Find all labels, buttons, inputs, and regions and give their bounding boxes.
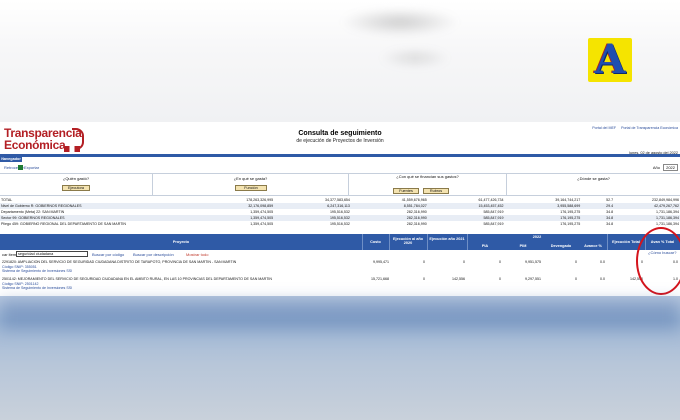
tab-navegador[interactable]: Navegador bbox=[0, 156, 22, 162]
year-label: Año bbox=[652, 165, 660, 170]
question-panel: ¿Quién gastó? Ejecutora ¿En qué se gasta… bbox=[0, 173, 680, 196]
question-what-text: ¿En qué se gasta? bbox=[233, 176, 268, 181]
blurred-top-text-2 bbox=[380, 48, 450, 68]
summary-avance: 34.8 bbox=[606, 222, 614, 226]
ssi-link[interactable]: Sistema de Seguimiento de Inversiones SS… bbox=[2, 269, 72, 273]
project-pim: 9,951,575 bbox=[525, 260, 541, 264]
question-finance: ¿Con qué se financian sus gastos? Fuente… bbox=[349, 174, 507, 196]
project-avance: 0.0 bbox=[600, 277, 605, 281]
ssi-link[interactable]: Sistema de Seguimiento de Inversiones SS… bbox=[2, 286, 72, 290]
col-pim: PIM bbox=[519, 244, 527, 248]
search-input[interactable]: seguridad ciudadana bbox=[16, 251, 88, 257]
project-pia: 0 bbox=[499, 260, 501, 264]
channel-logo: A bbox=[588, 38, 632, 82]
project-pim: 9,297,551 bbox=[525, 277, 541, 281]
project-costo: 15,721,668 bbox=[371, 277, 389, 281]
project-devengado: 0 bbox=[575, 260, 577, 264]
col-costo: Costo bbox=[370, 240, 381, 244]
project-title: 2291820: AMPLIACION DEL SERVICIO DE SEGU… bbox=[2, 260, 237, 264]
question-where: ¿Dónde se gasta? bbox=[507, 174, 680, 196]
summary-compromiso: 585,847,919 bbox=[483, 222, 504, 226]
col-ejec-ant: Ejecución al año 2020 bbox=[393, 237, 423, 245]
col-ejec-2021: Ejecución año 2021 bbox=[429, 237, 465, 241]
page-subtitle: de ejecución de Proyectos de Inversión bbox=[296, 138, 384, 144]
project-costo: 9,995,471 bbox=[373, 260, 389, 264]
summary-row: Pliego 459: GOBIERNO REGIONAL DEL DEPART… bbox=[0, 221, 680, 227]
col-avance: Avance % bbox=[584, 244, 602, 248]
project-title: 2501142: MEJORAMIENTO DEL SERVICIO DE SE… bbox=[2, 277, 272, 281]
col-year: 2022 bbox=[532, 235, 542, 239]
col-proyecto: Proyecto bbox=[172, 240, 190, 244]
search-label: car item bbox=[2, 252, 17, 257]
export-link[interactable]: Exportar bbox=[24, 165, 39, 170]
question-what: ¿En qué se gasta? Función bbox=[153, 174, 349, 196]
summary-devengado: 176,195,275 bbox=[560, 222, 581, 226]
show-all-link[interactable]: Mostrar todo bbox=[186, 252, 208, 257]
question-who: ¿Quién gastó? Ejecutora bbox=[0, 174, 153, 196]
project-avance: 0.0 bbox=[600, 260, 605, 264]
project-ejec-total: 142,556 bbox=[630, 277, 643, 281]
blurred-top-text bbox=[340, 8, 460, 36]
question-finance-text: ¿Con qué se financian sus gastos? bbox=[396, 174, 459, 179]
page-title: Consulta de seguimiento bbox=[298, 130, 382, 137]
project-ejec-2021: 142,556 bbox=[452, 277, 465, 281]
year-selector: Año 2022 bbox=[653, 164, 678, 171]
fuentes-button[interactable]: Fuentes bbox=[393, 188, 419, 194]
excel-icon[interactable] bbox=[18, 165, 23, 170]
project-pia: 0 bbox=[499, 277, 501, 281]
summary-total: 1,731,186,394 bbox=[656, 222, 679, 226]
search-by-code-link[interactable]: Buscar por código bbox=[92, 252, 124, 257]
blurred-bottom-strip bbox=[0, 300, 680, 330]
top-links: Portal del MEF Portal de Transparencia E… bbox=[588, 126, 678, 130]
year-select[interactable]: 2022 bbox=[663, 164, 678, 171]
summary-pia: 1,359,474,505 bbox=[250, 222, 274, 226]
rubros-button[interactable]: Rubros bbox=[423, 188, 449, 194]
projects-table-header: Proyecto Costo Ejecución al año 2020 Eje… bbox=[0, 234, 680, 250]
project-ejec-2021: 0 bbox=[463, 260, 465, 264]
project-devengado: 0 bbox=[575, 277, 577, 281]
peru-flag-icon bbox=[64, 146, 80, 152]
search-by-description-link[interactable]: Buscar por descripción bbox=[133, 252, 174, 257]
summary-label: Pliego 459: GOBIERNO REGIONAL DEL DEPART… bbox=[1, 222, 127, 226]
summary-table: TOTAL 178,263,326,995 34,377,583,654 41,559… bbox=[0, 197, 680, 227]
web-page: Transparencia Económica Consulta de segu… bbox=[0, 122, 680, 298]
header-divider bbox=[0, 154, 680, 157]
question-where-text: ¿Dónde se gasta? bbox=[577, 176, 610, 181]
search-row: car item seguridad ciudadana Buscar por … bbox=[0, 251, 680, 258]
project-ejec-ant: 0 bbox=[423, 277, 425, 281]
ejecutora-button[interactable]: Ejecutora bbox=[62, 185, 90, 191]
col-pia: PIA bbox=[481, 244, 489, 248]
question-who-text: ¿Quién gastó? bbox=[62, 176, 90, 181]
summary-certificacion: 282,316,990 bbox=[406, 222, 427, 226]
funcion-button[interactable]: Función bbox=[235, 185, 267, 191]
col-devengado: Devengado bbox=[550, 244, 572, 248]
link-portal-transparencia[interactable]: Portal de Transparencia Económica bbox=[621, 126, 678, 130]
highlight-circle bbox=[636, 227, 680, 295]
logo-letter: A bbox=[594, 36, 626, 83]
summary-pim: 195,516,532 bbox=[329, 222, 350, 226]
toolbar: Retroceder Exportar Año 2022 bbox=[0, 164, 680, 172]
project-ejec-ant: 0 bbox=[423, 260, 425, 264]
page-header: Consulta de seguimiento de ejecución de … bbox=[0, 130, 680, 144]
link-portal-mef[interactable]: Portal del MEF bbox=[592, 126, 616, 130]
